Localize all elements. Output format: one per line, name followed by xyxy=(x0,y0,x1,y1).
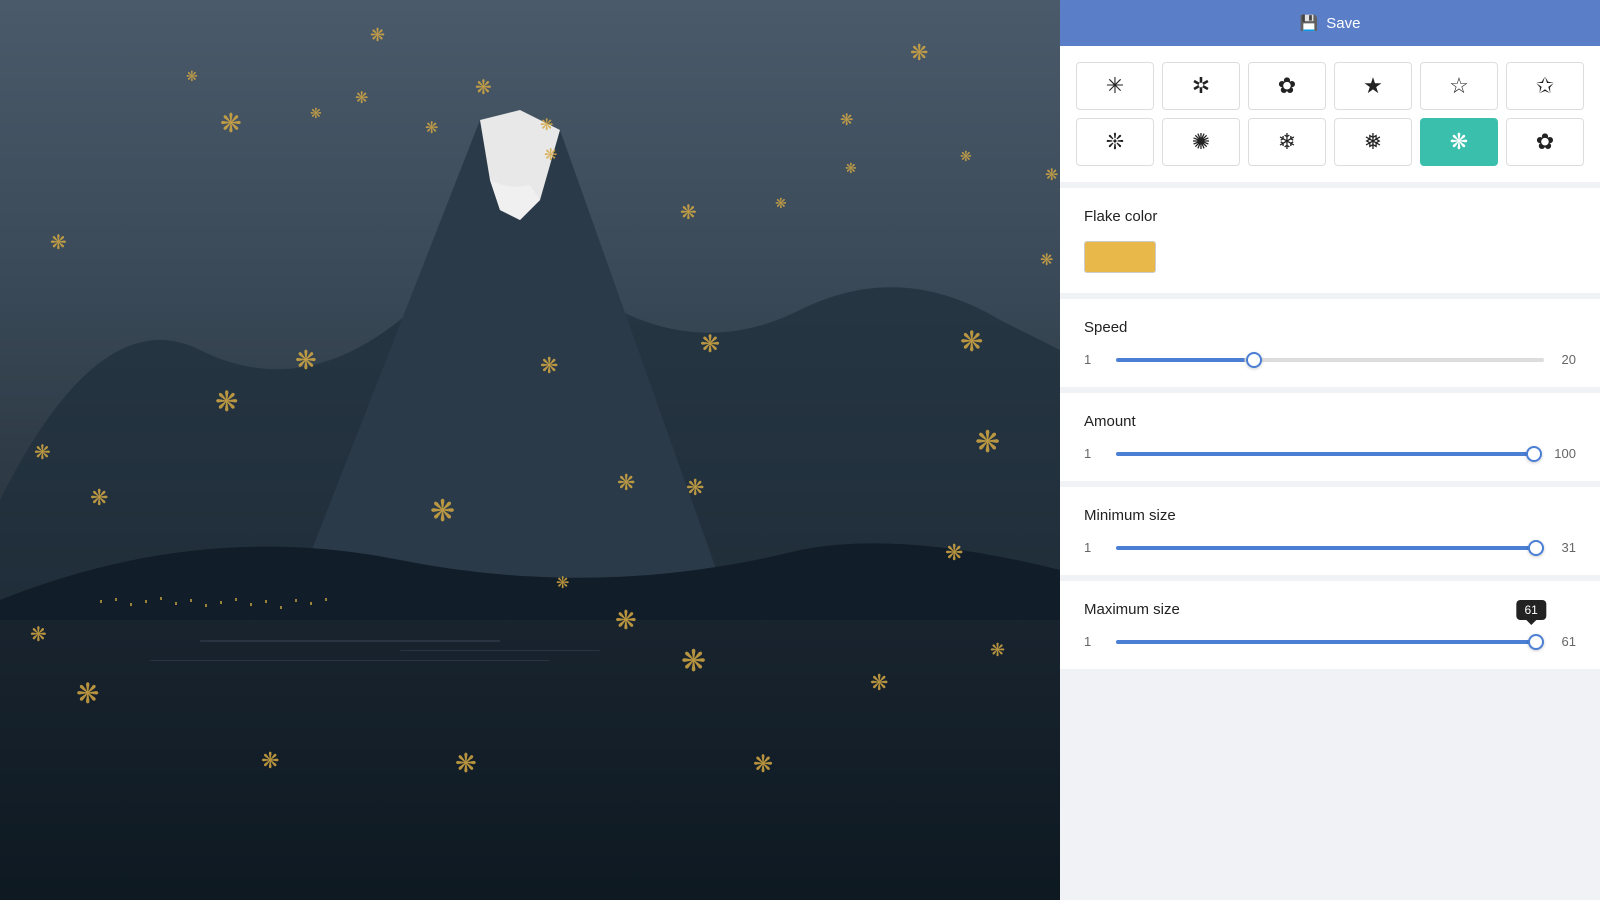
flake-3: ❋ xyxy=(475,75,492,100)
flake-39: ❋ xyxy=(990,640,1005,661)
amount-slider-row: 1 100 xyxy=(1084,446,1576,461)
speed-max: 20 xyxy=(1556,352,1576,367)
flake-26: ❋ xyxy=(430,494,455,529)
flake-10: ❋ xyxy=(425,118,438,138)
shape-picker-section: ✳✲✿★☆✩❊✺❄❅❋✿ xyxy=(1060,46,1600,182)
flake-5: ❋ xyxy=(310,105,322,122)
min-size-section: Minimum size 1 31 xyxy=(1060,487,1600,575)
flake-32: ❋ xyxy=(681,644,706,679)
speed-label: Speed xyxy=(1084,319,1576,336)
canvas-area: ❋ ❋ ❋ ❋ ❋ ❋ ❋ ❋ ❋ ❋ ❋ ❋ ❋ ❋ ❋ ❋ ❋ ❋ ❋ ❋ ❋ ❋ ❋ ❋ ❋ ❋ ❋ ❋ ❋ ❋ ❋ ❋ ❋ ❋ ❋ ❋ ❋ ❋ ❋ ❋ xyxy=(0,0,1060,900)
shape-btn-2[interactable]: ✿ xyxy=(1248,62,1326,110)
flake-15: ❋ xyxy=(680,200,697,225)
flake-14: ❋ xyxy=(775,195,787,212)
flake-17: ❋ xyxy=(295,345,317,376)
flake-31: ❋ xyxy=(30,622,47,647)
flake-38: ❋ xyxy=(945,540,963,566)
shape-btn-1[interactable]: ✲ xyxy=(1162,62,1240,110)
flake-6: ❋ xyxy=(540,115,553,135)
min-size-label: Minimum size xyxy=(1084,507,1576,524)
shape-btn-7[interactable]: ✺ xyxy=(1162,118,1240,166)
color-swatch[interactable] xyxy=(1084,241,1156,273)
flake-28: ❋ xyxy=(556,573,569,593)
speed-slider[interactable] xyxy=(1116,358,1544,362)
max-size-slider[interactable] xyxy=(1116,640,1544,644)
max-size-slider-row: 1 61 61 xyxy=(1084,634,1576,649)
flake-0: ❋ xyxy=(370,25,385,46)
flake-16: ❋ xyxy=(50,230,67,255)
shape-btn-3[interactable]: ★ xyxy=(1334,62,1412,110)
max-size-max: 61 xyxy=(1556,634,1576,649)
flake-27: ❋ xyxy=(617,470,635,496)
amount-max: 100 xyxy=(1554,446,1576,461)
flake-21: ❋ xyxy=(960,325,983,358)
flake-11: ❋ xyxy=(845,160,857,177)
amount-section: Amount 1 100 xyxy=(1060,393,1600,481)
shape-btn-10[interactable]: ❋ xyxy=(1420,118,1498,166)
flake-4: ❋ xyxy=(355,88,368,108)
flake-25: ❋ xyxy=(90,485,108,511)
flake-8: ❋ xyxy=(840,110,853,130)
shape-btn-5[interactable]: ✩ xyxy=(1506,62,1584,110)
flake-22: ❋ xyxy=(975,425,1000,460)
min-size-max: 31 xyxy=(1556,540,1576,555)
max-size-section: Maximum size 1 61 61 xyxy=(1060,581,1600,669)
shape-btn-4[interactable]: ☆ xyxy=(1420,62,1498,110)
flake-9: ❋ xyxy=(960,148,972,165)
max-size-min: 1 xyxy=(1084,634,1104,649)
speed-section: Speed 1 20 xyxy=(1060,299,1600,387)
flake-30: ❋ xyxy=(615,605,637,636)
flake-12: ❋ xyxy=(544,145,557,165)
flake-24: ❋ xyxy=(686,475,704,501)
shape-btn-8[interactable]: ❄ xyxy=(1248,118,1326,166)
amount-min: 1 xyxy=(1084,446,1104,461)
flake-13: ❋ xyxy=(1045,165,1058,185)
max-size-tooltip-wrapper: 61 xyxy=(1116,640,1544,644)
max-size-label: Maximum size xyxy=(1084,601,1576,618)
flake-35: ❋ xyxy=(261,748,279,774)
flake-37: ❋ xyxy=(753,750,773,779)
flake-19: ❋ xyxy=(700,330,720,359)
flake-23: ❋ xyxy=(34,440,51,465)
min-size-min: 1 xyxy=(1084,540,1104,555)
flake-29: ❋ xyxy=(1040,250,1053,270)
amount-slider[interactable] xyxy=(1116,452,1542,456)
flake-2: ❋ xyxy=(186,68,198,85)
min-size-slider[interactable] xyxy=(1116,546,1544,550)
shape-btn-6[interactable]: ❊ xyxy=(1076,118,1154,166)
save-label: Save xyxy=(1326,15,1360,32)
flake-color-section: Flake color xyxy=(1060,188,1600,293)
shape-grid: ✳✲✿★☆✩❊✺❄❅❋✿ xyxy=(1076,62,1584,166)
min-size-slider-row: 1 31 xyxy=(1084,540,1576,555)
speed-min: 1 xyxy=(1084,352,1104,367)
flake-36: ❋ xyxy=(455,748,477,779)
shape-btn-0[interactable]: ✳ xyxy=(1076,62,1154,110)
flake-20: ❋ xyxy=(540,353,558,379)
flake-1: ❋ xyxy=(910,40,928,66)
shape-btn-9[interactable]: ❅ xyxy=(1334,118,1412,166)
save-icon: 💾 xyxy=(1300,14,1319,32)
speed-slider-row: 1 20 xyxy=(1084,352,1576,367)
right-panel: 💾 Save ✳✲✿★☆✩❊✺❄❅❋✿ Flake color Speed 1 … xyxy=(1060,0,1600,900)
shape-btn-11[interactable]: ✿ xyxy=(1506,118,1584,166)
flake-18: ❋ xyxy=(215,385,238,418)
save-button[interactable]: 💾 Save xyxy=(1060,0,1600,46)
flake-7: ❋ xyxy=(220,108,242,139)
flake-color-label: Flake color xyxy=(1084,208,1576,225)
amount-label: Amount xyxy=(1084,413,1576,430)
flake-33: ❋ xyxy=(870,670,888,696)
flake-34: ❋ xyxy=(76,677,99,710)
